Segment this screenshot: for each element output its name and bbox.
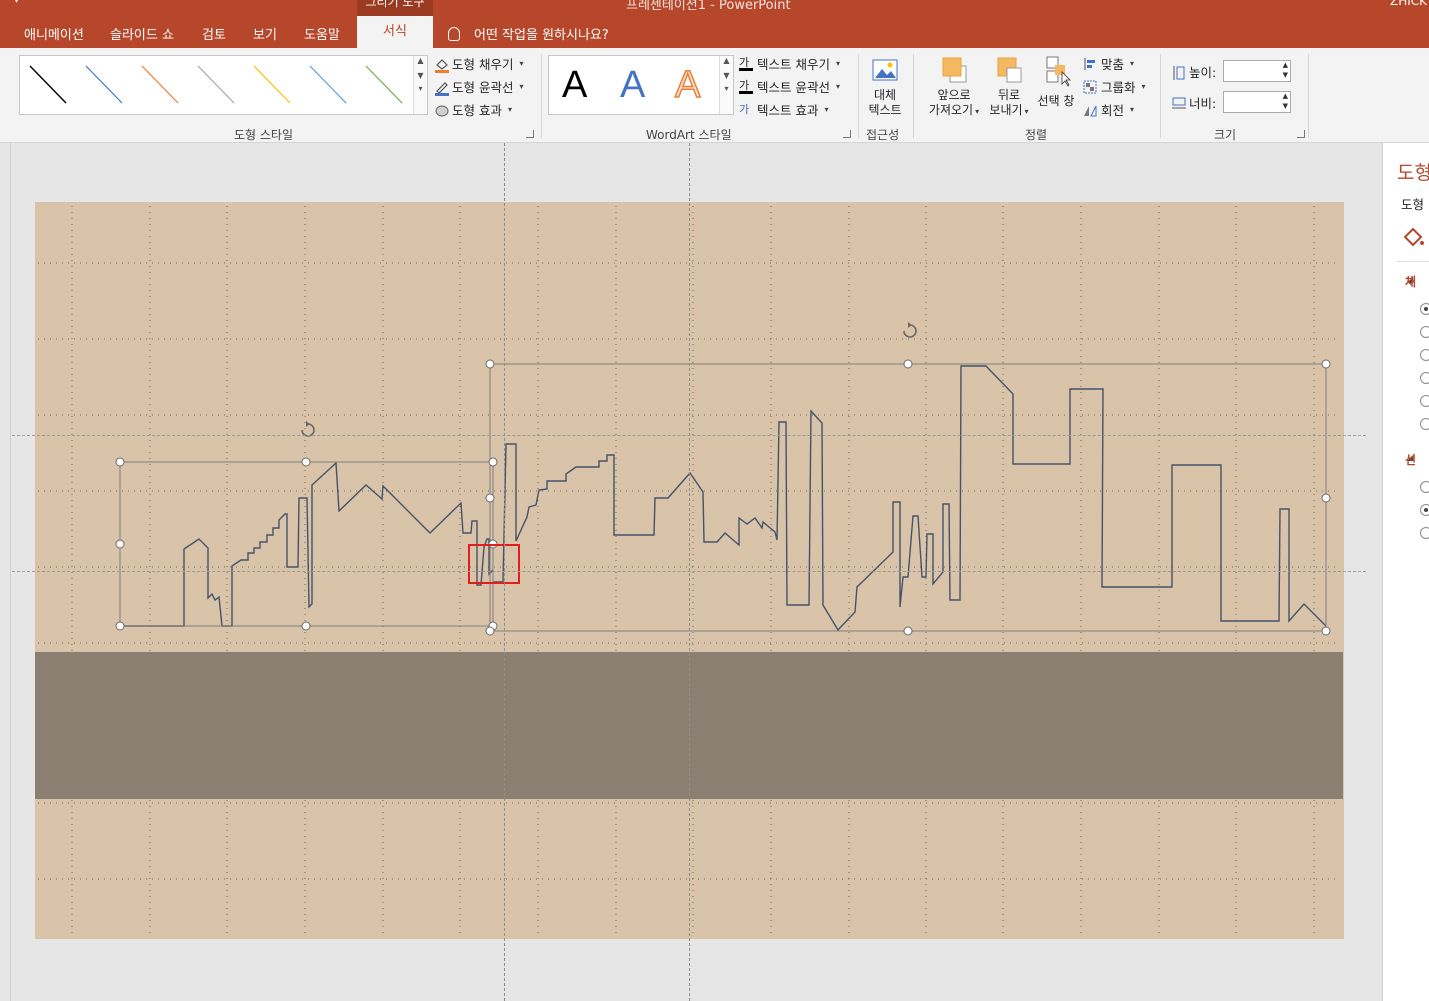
fill-option-radio[interactable] — [1420, 395, 1429, 407]
resize-handle — [485, 626, 495, 636]
vertical-guide[interactable] — [689, 143, 690, 1001]
horizontal-guide[interactable] — [12, 435, 1366, 436]
left-freeform-shape — [120, 461, 494, 627]
resize-handle — [488, 457, 498, 467]
resize-handle — [115, 539, 125, 549]
resize-handle — [1321, 626, 1331, 636]
rotate-arrowhead — [908, 322, 912, 328]
resize-handle — [903, 359, 913, 369]
format-pane-title: 도형 — [1397, 162, 1429, 184]
rotate-handle-icon — [301, 421, 315, 437]
fill-option-radio[interactable] — [1420, 418, 1429, 430]
resize-handle — [301, 621, 311, 631]
line-section-header[interactable]: 선 — [1405, 451, 1416, 468]
line-option-radio[interactable] — [1420, 481, 1429, 493]
user-name[interactable]: ZHICK — [1390, 0, 1427, 8]
rotate-arrowhead — [306, 421, 310, 427]
rotate-arc — [903, 324, 917, 338]
line-option-radio[interactable] — [1420, 504, 1429, 516]
format-pane-subtitle[interactable]: 도형 — [1401, 194, 1424, 213]
fill-section-header[interactable]: 채 — [1405, 273, 1416, 290]
resize-handle — [1321, 359, 1331, 369]
resize-handle — [485, 493, 495, 503]
selection-box-left — [119, 461, 494, 627]
resize-handle — [301, 457, 311, 467]
resize-handle — [115, 457, 125, 467]
selection-box-right — [489, 363, 1327, 632]
fill-option-radio[interactable] — [1420, 326, 1429, 338]
line-option-radio[interactable] — [1420, 527, 1429, 539]
resize-handle — [1321, 493, 1331, 503]
pane-divider — [1397, 261, 1429, 262]
right-freeform-shape — [493, 365, 1327, 632]
fill-option-radio[interactable] — [1420, 303, 1429, 315]
resize-handle — [115, 621, 125, 631]
horizontal-guide[interactable] — [12, 571, 1366, 572]
vertical-guide[interactable] — [504, 143, 505, 1001]
rotate-handle-icon — [903, 322, 917, 338]
resize-handle — [485, 359, 495, 369]
format-shape-pane: 도형 도형 ◢ 채 ◢ 선 — [1382, 143, 1429, 1001]
canvas-overlay — [38, 206, 1340, 937]
fill-option-radio[interactable] — [1420, 372, 1429, 384]
fill-option-radio[interactable] — [1420, 349, 1429, 361]
resize-handle — [903, 626, 913, 636]
